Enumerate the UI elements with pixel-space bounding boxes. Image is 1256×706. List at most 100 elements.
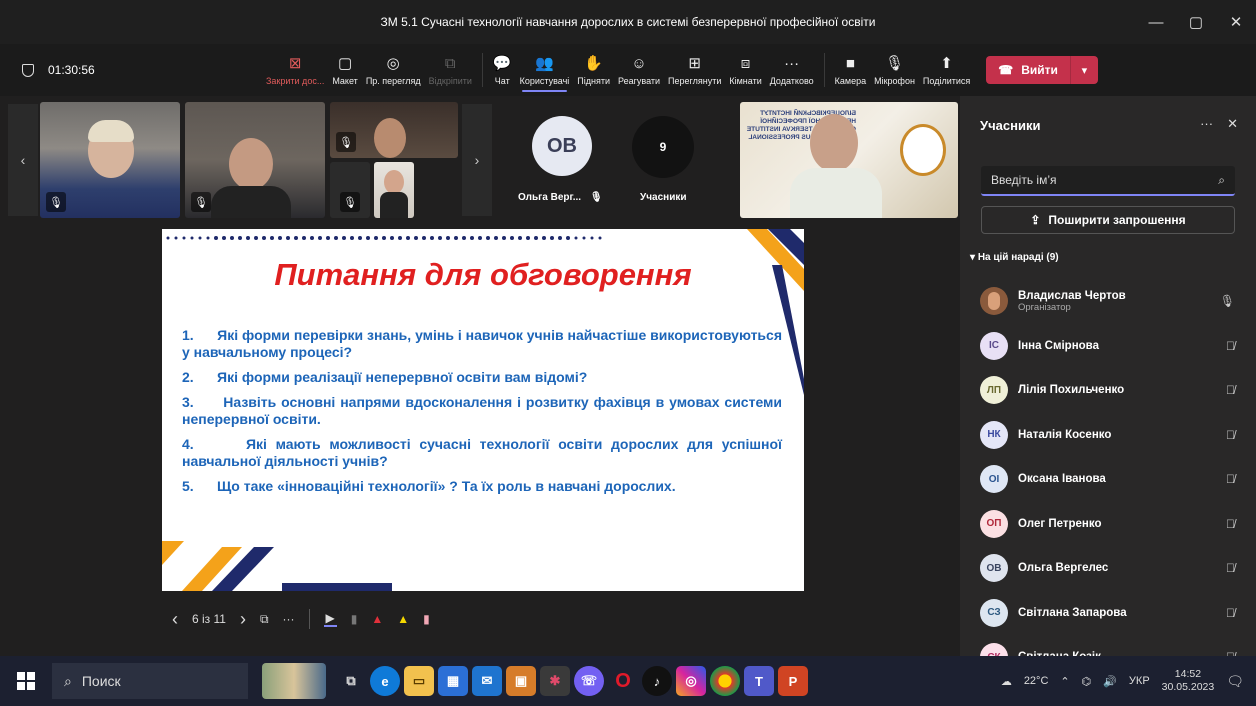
in-meeting-section-header[interactable]: ▾ На цій нараді (9) [970,252,1059,263]
puzzle-app-icon[interactable]: ✱ [540,666,570,696]
rooms-button[interactable]: ⧈ Кімнати [725,44,765,96]
view-button[interactable]: ⊞ Переглянути [664,44,725,96]
leave-button[interactable]: ☎ Вийти [986,56,1070,84]
store-icon[interactable]: ▦ [438,666,468,696]
panel-close-button[interactable]: ✕ [1227,116,1238,132]
avatar-name-row: Ольга Верг... 🎙 [518,192,603,203]
stop-sharing-button[interactable]: ⊠ Закрити дос... [262,44,328,96]
teams-icon[interactable]: T [744,666,774,696]
instagram-icon[interactable]: ◎ [676,666,706,696]
video-tile[interactable]: 🎙 [330,102,458,158]
avatar: ОП [980,509,1008,538]
mail-icon[interactable]: ✉ [472,666,502,696]
mic-off-icon: 🎙 [46,192,66,212]
question-item: 3. Назвіть основні напрями вдосконалення… [182,394,782,428]
microphone-button[interactable]: 🎙 Мікрофон [870,44,919,96]
tiktok-icon[interactable]: ♪ [642,666,672,696]
presenter-face [810,114,858,172]
participant-body [380,192,408,218]
participant-search-input[interactable]: Введіть ім’я ⌕ [981,166,1235,196]
participant-face [384,170,404,194]
participant-row[interactable]: ОП Олег Петренко 🎙̸ [980,502,1250,547]
taskbar-clock[interactable]: 14:52 30.05.2023 [1162,668,1215,694]
app-icon[interactable]: ▣ [506,666,536,696]
video-tile[interactable]: 🎙 [185,102,325,218]
taskbar-search-box[interactable]: ⌕ Поиск [52,663,248,699]
participant-row[interactable]: ІС Інна Смірнова 🎙̸ [980,324,1250,369]
chat-button[interactable]: 💬 Чат [489,44,516,96]
gallery-prev-button[interactable]: ‹ [8,104,38,216]
pointer-tool-icon[interactable]: ▶ [323,611,337,627]
participants-count-label: Учасники [640,192,687,203]
avatar: НК [980,420,1008,449]
participant-row[interactable]: СЗ Світлана Запарова 🎙̸ [980,591,1250,636]
weather-widget-image[interactable] [262,663,326,699]
maximize-button[interactable]: ▢ [1176,13,1216,31]
layout-button[interactable]: ▢ Макет [328,44,361,96]
question-number: 3. [182,394,194,410]
viber-icon[interactable]: ☏ [574,666,604,696]
question-text: Які форми перевірки знань, умінь і навич… [182,327,782,360]
minimize-button[interactable]: — [1136,14,1176,31]
powerpoint-icon[interactable]: P [778,666,808,696]
participant-row[interactable]: Владислав Чертов Організатор 🎙 [980,279,1250,324]
file-explorer-icon[interactable]: ▭ [404,666,434,696]
windows-start-button[interactable] [8,660,44,702]
pen-tool-icon[interactable]: ▮ [351,612,358,626]
mic-icon: 🎙 [884,55,905,72]
chrome-icon[interactable] [710,666,740,696]
toolbar-divider [481,53,483,87]
task-view-icon[interactable]: ⧉ [336,666,366,696]
participant-row[interactable]: НК Наталія Косенко 🎙̸ [980,413,1250,458]
volume-icon[interactable]: 🔊 [1103,675,1117,688]
camera-button[interactable]: ■ Камера [831,44,870,96]
participant-avatar[interactable]: ОВ [532,116,592,176]
video-tile[interactable] [374,162,414,218]
red-pen-icon[interactable]: ▲ [371,612,383,626]
presenter-video[interactable]: БІЛОЦЕРКІВСЬКИЙ ІНСТИТУТ НЕПЕРЕРВНОЇ ПРО… [740,102,958,218]
raise-hand-button[interactable]: ✋ Підняти [573,44,614,96]
mic-off-icon: 🎙̸ [1226,427,1235,442]
leave-dropdown-button[interactable]: ▾ [1069,56,1098,84]
more-actions-button[interactable]: ··· Додатково [766,44,818,96]
window-controls: — ▢ ✕ [1136,0,1256,44]
react-button[interactable]: ☺ Реагувати [614,44,664,96]
language-indicator[interactable]: УКР [1129,675,1150,687]
search-placeholder: Введіть ім’я [991,173,1057,187]
video-tile[interactable]: 🎙 [330,162,370,218]
window-title: ЗМ 5.1 Сучасні технології навчання дорос… [380,15,876,29]
edge-browser-icon[interactable]: e [370,666,400,696]
opera-icon[interactable]: O [608,666,638,696]
mic-off-icon: 🎙̸ [1226,605,1235,620]
participant-row[interactable]: ЛП Лілія Похильченко 🎙̸ [980,368,1250,413]
question-item: 1. Які форми перевірки знань, умінь і на… [182,327,782,361]
participants-count-circle[interactable]: 9 [632,116,694,178]
participant-row[interactable]: ОІ Оксана Іванова 🎙̸ [980,457,1250,502]
share-invite-button[interactable]: ⇪ Поширити запрошення [981,206,1235,234]
weather-temp[interactable]: 22°C [1024,675,1049,687]
share-button[interactable]: ⬆ Поділитися [919,44,974,96]
eraser-icon[interactable]: ▮ [423,612,430,626]
notifications-icon[interactable]: 🗨 [1226,673,1244,690]
slide-more-button[interactable]: ··· [283,612,295,626]
video-tile[interactable]: 🎙 [40,102,180,218]
chevron-down-icon: ▾ [1081,64,1088,77]
camera-icon: ■ [845,55,855,72]
people-button[interactable]: 👥 Користувачі [516,44,574,96]
close-window-button[interactable]: ✕ [1216,13,1256,31]
tray-expand-icon[interactable]: ⌃ [1060,675,1069,688]
participant-body [211,186,291,218]
participant-row[interactable]: ОВ Ольга Вергелес 🎙̸ [980,546,1250,591]
preview-button[interactable]: ◎ Пр. перегляд [362,44,425,96]
network-icon[interactable]: ⌬ [1082,675,1092,688]
panel-more-button[interactable]: ··· [1200,116,1213,132]
gallery-next-button[interactable]: › [462,104,492,216]
shield-icon [22,63,34,77]
next-slide-button[interactable]: › [240,609,246,630]
shared-slide: Питання для обговорення 1. Які форми пер… [162,229,804,591]
prev-slide-button[interactable]: ‹ [172,609,178,630]
question-text: Назвіть основні напрями вдосконалення і … [182,394,783,427]
popout-button[interactable]: ⧉ Відкріпити [425,44,476,96]
highlighter-icon[interactable]: ▲ [397,612,409,626]
slide-grid-icon[interactable]: ⧉ [260,612,269,627]
